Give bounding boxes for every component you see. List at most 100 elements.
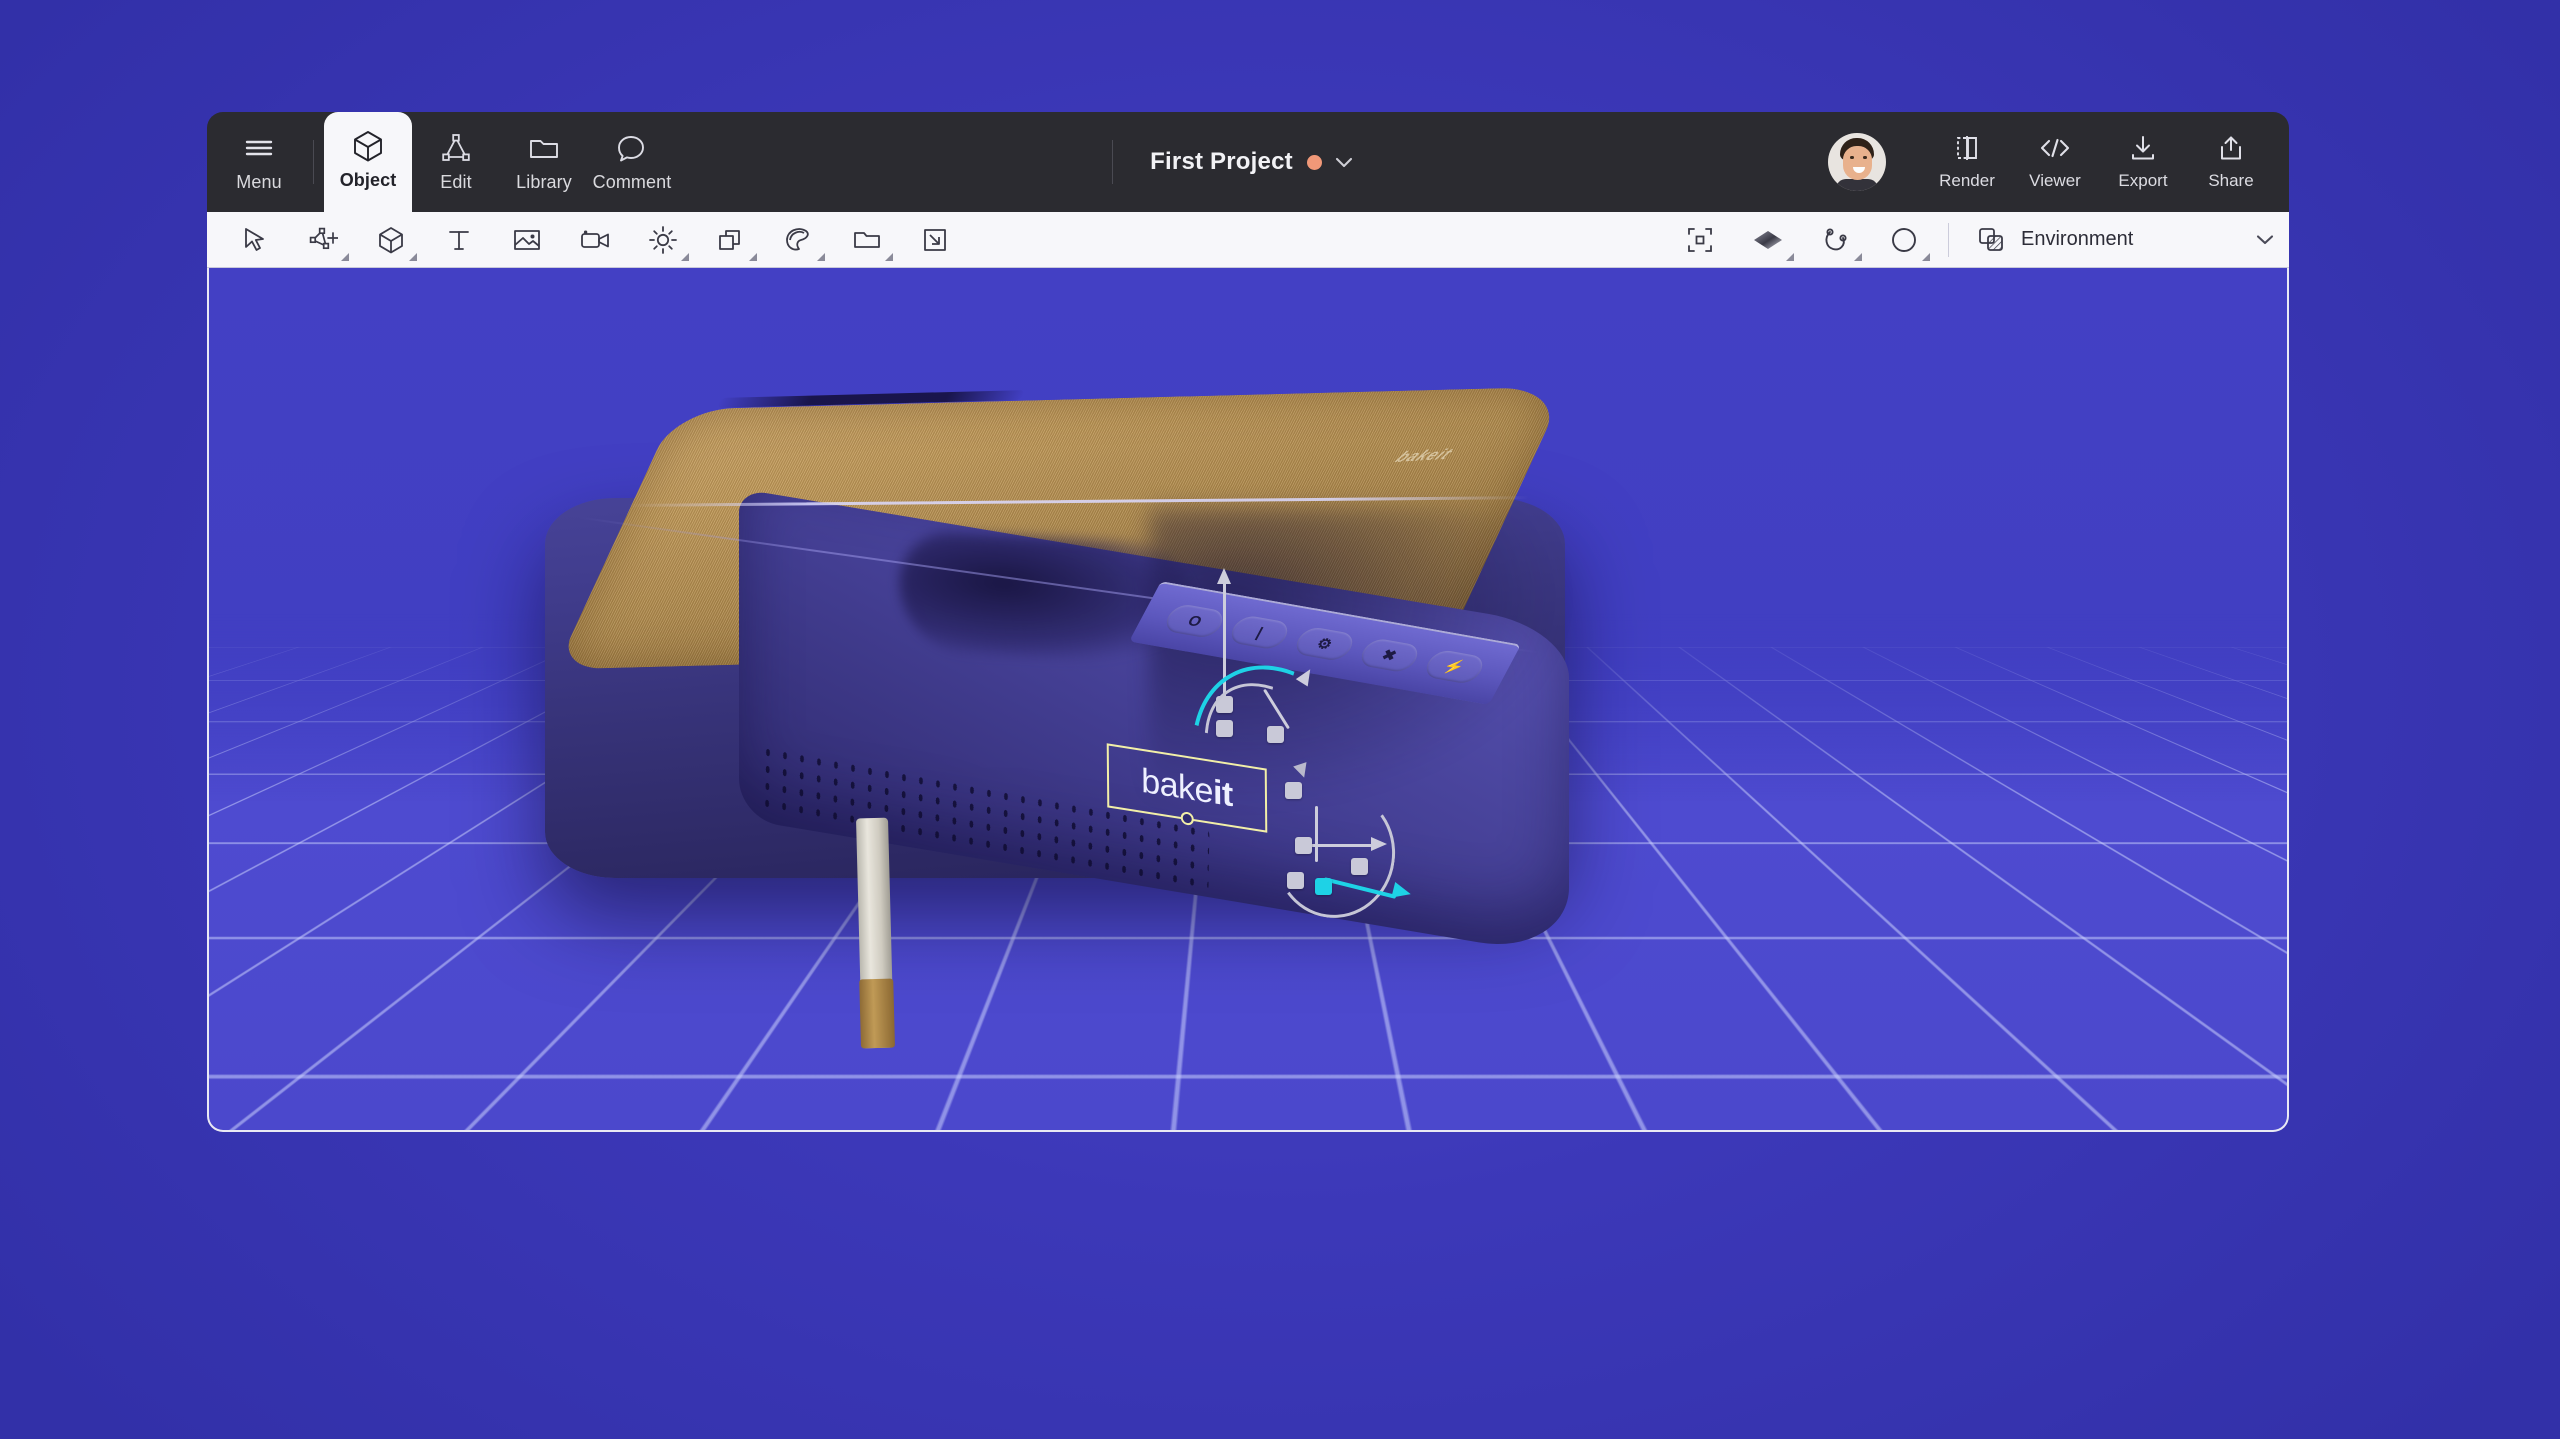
vertices-icon <box>440 131 472 165</box>
tab-object[interactable]: Object <box>324 112 412 212</box>
scene-object-bakeit-oven[interactable]: bakeit O | ⚙ ✖ ⚡ <box>509 388 1629 1132</box>
magnet-snap-tool[interactable] <box>1802 212 1870 268</box>
render-label: Render <box>1939 171 1995 191</box>
lid-emboss-label: bakeit <box>1390 446 1457 466</box>
project-divider <box>1112 140 1113 184</box>
select-cursor-tool[interactable] <box>221 212 289 268</box>
circle-shape-icon <box>1890 226 1918 254</box>
light-tool[interactable] <box>629 212 697 268</box>
gizmo-handle-z[interactable] <box>1267 726 1284 743</box>
circle-shape-tool[interactable] <box>1870 212 1938 268</box>
project-title-group[interactable]: First Project <box>676 112 1828 212</box>
tool-toolbar: Environment <box>207 212 2289 268</box>
share-label: Share <box>2208 171 2253 191</box>
flyout-indicator[interactable] <box>341 253 349 261</box>
header-right-group: Render Viewer <box>1828 112 2289 212</box>
gizmo-handle-x-origin[interactable] <box>1295 837 1312 854</box>
hamburger-icon <box>244 131 274 165</box>
menu-label: Menu <box>236 172 281 193</box>
tab-comment-label: Comment <box>593 172 672 193</box>
gizmo-axis-x-arrow[interactable] <box>1371 837 1387 851</box>
page-title: First Project <box>1150 148 1293 176</box>
status-badge <box>1307 155 1322 170</box>
camera-tool[interactable] <box>561 212 629 268</box>
share-upload-icon <box>2217 133 2245 163</box>
flyout-indicator[interactable] <box>409 253 417 261</box>
viewer-button[interactable]: Viewer <box>2011 112 2099 212</box>
leg-foot <box>859 979 895 1049</box>
primitive-cube-tool[interactable] <box>357 212 425 268</box>
import-tool[interactable] <box>901 212 969 268</box>
folder-icon <box>528 131 560 165</box>
chevron-down-icon[interactable] <box>2255 233 2275 246</box>
gradient-plane-tool[interactable] <box>1734 212 1802 268</box>
avatar-face <box>1843 146 1872 180</box>
tab-object-label: Object <box>340 170 397 191</box>
folder-group-icon <box>852 228 882 252</box>
duplicate-icon <box>717 227 745 253</box>
app-header: Menu Object <box>207 112 2289 212</box>
share-button[interactable]: Share <box>2187 112 2275 212</box>
material-paint-icon <box>784 226 814 254</box>
render-button[interactable]: Render <box>1923 112 2011 212</box>
flyout-indicator[interactable] <box>817 253 825 261</box>
gizmo-handle-highlight[interactable] <box>1315 878 1332 895</box>
material-paint-tool[interactable] <box>765 212 833 268</box>
transform-gizmo[interactable] <box>1099 568 1439 898</box>
environment-select[interactable]: Environment <box>1959 212 2289 268</box>
export-button[interactable]: Export <box>2099 112 2187 212</box>
flyout-indicator[interactable] <box>1854 253 1862 261</box>
duplicate-tool[interactable] <box>697 212 765 268</box>
gizmo-axis-y-arrow[interactable] <box>1217 568 1231 584</box>
gizmo-handle-mid[interactable] <box>1285 782 1302 799</box>
environment-select-label: Environment <box>2021 228 2241 251</box>
oven-leg-front-left <box>856 818 894 1049</box>
toolbar-divider <box>1948 223 1949 257</box>
code-brackets-icon <box>2038 133 2072 163</box>
gradient-plane-icon <box>1752 228 1784 252</box>
tab-library-label: Library <box>516 172 572 193</box>
layers-icon <box>1977 226 2007 254</box>
screen-root: Menu Object <box>0 0 2560 1439</box>
camera-tool-icon <box>579 228 611 252</box>
toolbar-left-group <box>207 212 969 268</box>
flyout-indicator[interactable] <box>1786 253 1794 261</box>
cube-icon <box>352 129 384 163</box>
add-vertex-icon <box>308 226 338 254</box>
flyout-indicator[interactable] <box>681 253 689 261</box>
render-split-icon <box>1952 133 1982 163</box>
app-window: Menu Object <box>207 112 2289 1132</box>
focus-frame-icon <box>1686 226 1714 254</box>
tab-edit-label: Edit <box>440 172 471 193</box>
viewer-label: Viewer <box>2029 171 2081 191</box>
gizmo-axis-down-line[interactable] <box>1315 806 1318 862</box>
light-tool-icon <box>648 225 678 255</box>
avatar-eye-right <box>1863 156 1867 159</box>
folder-group-tool[interactable] <box>833 212 901 268</box>
viewport-3d[interactable]: bakeit O | ⚙ ✖ ⚡ <box>207 268 2289 1132</box>
primitive-cube-icon <box>377 225 405 255</box>
gizmo-handle-x-mid[interactable] <box>1351 858 1368 875</box>
header-left-group: Menu Object <box>207 112 676 212</box>
tab-library[interactable]: Library <box>500 112 588 212</box>
tab-edit[interactable]: Edit <box>412 112 500 212</box>
text-tool[interactable] <box>425 212 493 268</box>
tab-comment[interactable]: Comment <box>588 112 676 212</box>
flyout-indicator[interactable] <box>749 253 757 261</box>
focus-frame-tool[interactable] <box>1666 212 1734 268</box>
avatar[interactable] <box>1828 133 1886 191</box>
image-tool-icon <box>512 227 542 253</box>
image-tool[interactable] <box>493 212 561 268</box>
add-vertex-tool[interactable] <box>289 212 357 268</box>
gizmo-axis-x-line[interactable] <box>1311 844 1373 847</box>
gizmo-handle-origin[interactable] <box>1287 872 1304 889</box>
text-tool-icon <box>446 227 472 253</box>
flyout-indicator[interactable] <box>1922 253 1930 261</box>
toolbar-right-group: Environment <box>1666 212 2289 268</box>
export-label: Export <box>2118 171 2167 191</box>
avatar-eye-left <box>1850 156 1854 159</box>
chevron-down-icon[interactable] <box>1334 156 1354 169</box>
select-cursor-icon <box>242 226 268 254</box>
menu-button[interactable]: Menu <box>215 112 303 212</box>
flyout-indicator[interactable] <box>885 253 893 261</box>
